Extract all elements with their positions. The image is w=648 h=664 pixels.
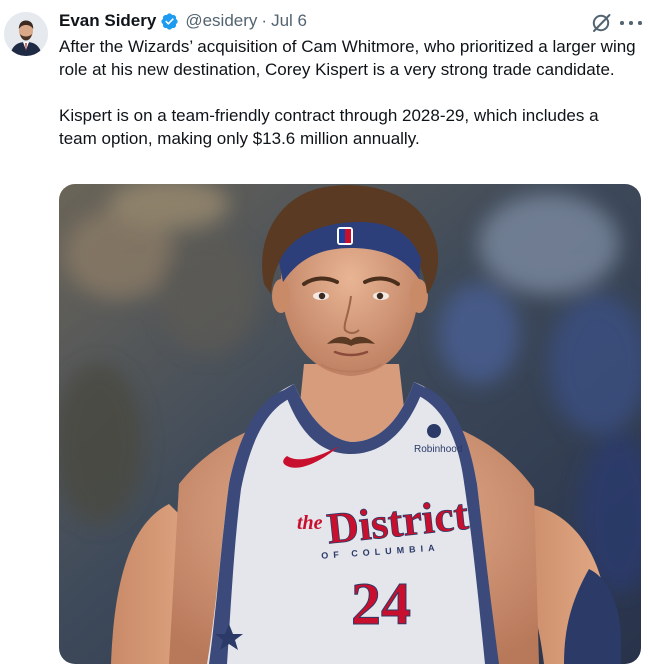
more-options-icon[interactable] [620, 13, 642, 33]
verified-badge-icon[interactable] [160, 12, 179, 31]
tweet-media-photo[interactable]: Robinhood the District OF COLUMBIA 24 [59, 184, 641, 664]
author-avatar[interactable] [4, 12, 48, 56]
jersey-top-word: the [297, 512, 323, 534]
separator-dot: · [261, 11, 268, 30]
grok-icon[interactable] [590, 12, 612, 34]
tweet-date[interactable]: Jul 6 [271, 11, 307, 31]
tweet-paragraph-2: Kispert is on a team-friendly contract t… [59, 106, 599, 148]
player-photo: Robinhood the District OF COLUMBIA 24 [59, 184, 641, 664]
author-name[interactable]: Evan Sidery [59, 11, 156, 31]
jersey-number: 24 [351, 571, 411, 637]
tweet-text: After the Wizards’ acquisition of Cam Wh… [59, 35, 639, 150]
tweet-paragraph-1: After the Wizards’ acquisition of Cam Wh… [59, 37, 636, 79]
author-handle[interactable]: @esidery [185, 11, 257, 31]
avatar-image [4, 12, 48, 56]
tweet-header: Evan Sidery @esidery · Jul 6 [59, 10, 307, 32]
jersey-sponsor: Robinhood [414, 444, 462, 455]
